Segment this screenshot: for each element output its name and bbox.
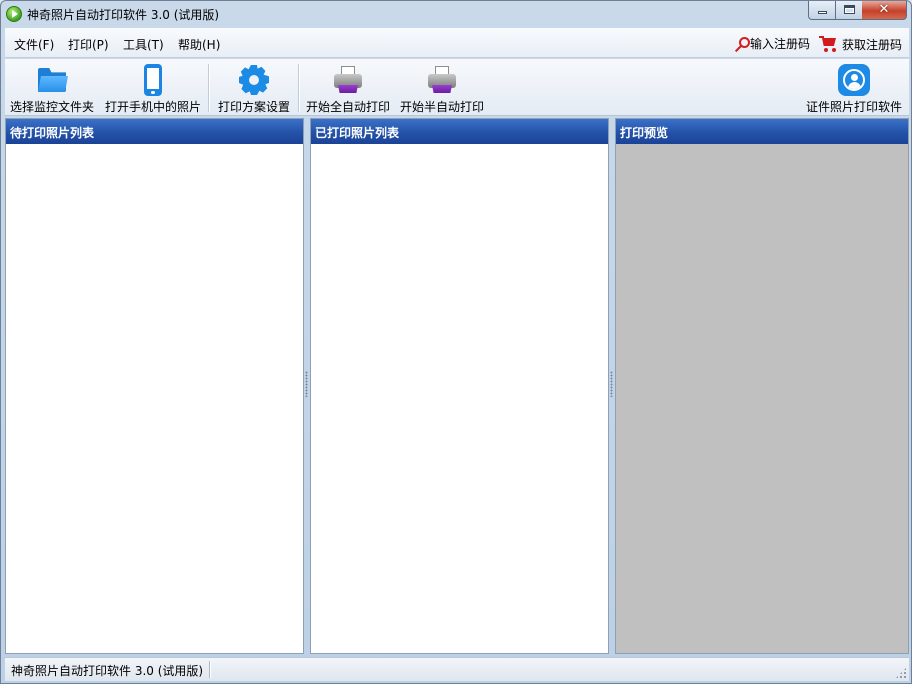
menu-help[interactable]: 帮助(H) <box>178 36 220 53</box>
phone-photos-label: 打开手机中的照片 <box>104 100 201 114</box>
menu-bar: 文件(F) 打印(P) 工具(T) 帮助(H) 输入注册码 获取注册码 <box>5 28 909 58</box>
print-preview-area <box>616 144 908 653</box>
maximize-button[interactable] <box>835 1 862 20</box>
semi-auto-print-button[interactable]: 开始半自动打印 <box>397 62 487 114</box>
pending-photos-title: 待打印照片列表 <box>6 119 303 144</box>
full-auto-print-label: 开始全自动打印 <box>305 100 390 114</box>
full-auto-print-button[interactable]: 开始全自动打印 <box>303 62 393 114</box>
print-settings-label: 打印方案设置 <box>217 100 290 114</box>
status-text: 神奇照片自动打印软件 3.0 (试用版) <box>11 664 204 678</box>
cart-icon <box>819 35 839 53</box>
pending-photos-panel: 待打印照片列表 <box>5 118 304 654</box>
printer-icon <box>426 64 458 96</box>
print-preview-title: 打印预览 <box>616 119 908 144</box>
print-preview-panel: 打印预览 <box>615 118 909 654</box>
phone-icon <box>137 64 169 96</box>
window-title: 神奇照片自动打印软件 3.0 (试用版) <box>27 8 220 22</box>
app-window: 神奇照片自动打印软件 3.0 (试用版) ✕ 文件(F) 打印(P) 工具(T)… <box>0 0 912 684</box>
toolbar-separator <box>298 64 299 112</box>
resize-grip[interactable] <box>895 667 907 679</box>
minimize-button[interactable] <box>808 1 835 20</box>
menu-tools[interactable]: 工具(T) <box>123 36 164 53</box>
id-photo-software-label: 证件照片打印软件 <box>805 100 902 114</box>
enter-registration-code-label: 输入注册码 <box>750 37 811 51</box>
id-photo-software-button[interactable]: 证件照片打印软件 <box>803 62 905 114</box>
title-bar[interactable]: 神奇照片自动打印软件 3.0 (试用版) ✕ <box>1 1 911 27</box>
phone-photos-button[interactable]: 打开手机中的照片 <box>103 62 203 114</box>
enter-registration-code-button[interactable]: 输入注册码 <box>731 35 810 52</box>
gear-icon <box>238 64 270 96</box>
menu-file[interactable]: 文件(F) <box>14 36 54 53</box>
person-icon <box>838 64 870 96</box>
semi-auto-print-label: 开始半自动打印 <box>399 100 484 114</box>
splitter-handle[interactable] <box>610 371 613 397</box>
status-bar: 神奇照片自动打印软件 3.0 (试用版) <box>5 657 909 681</box>
folder-icon <box>36 64 68 96</box>
splitter-handle[interactable] <box>305 371 308 397</box>
app-play-icon <box>6 6 22 22</box>
printed-photos-list[interactable] <box>311 144 608 653</box>
menu-print[interactable]: 打印(P) <box>68 36 109 53</box>
select-folder-label: 选择监控文件夹 <box>9 100 94 114</box>
maximize-icon <box>844 5 855 14</box>
close-button[interactable]: ✕ <box>862 1 907 20</box>
key-icon <box>731 36 750 52</box>
printer-icon <box>332 64 364 96</box>
printed-photos-title: 已打印照片列表 <box>311 119 608 144</box>
minimize-icon <box>818 11 827 14</box>
window-controls: ✕ <box>808 1 907 20</box>
select-folder-button[interactable]: 选择监控文件夹 <box>8 62 96 114</box>
status-separator <box>209 661 210 678</box>
get-registration-code-button[interactable]: 获取注册码 <box>819 35 902 53</box>
pending-photos-list[interactable] <box>6 144 303 653</box>
toolbar: 选择监控文件夹 打开手机中的照片 打印方案设置 开始全自动打印 开始半自动打印 … <box>5 59 909 116</box>
close-icon: ✕ <box>878 2 890 17</box>
print-settings-button[interactable]: 打印方案设置 <box>213 62 295 114</box>
get-registration-code-label: 获取注册码 <box>842 37 903 52</box>
toolbar-separator <box>208 64 209 112</box>
printed-photos-panel: 已打印照片列表 <box>310 118 609 654</box>
